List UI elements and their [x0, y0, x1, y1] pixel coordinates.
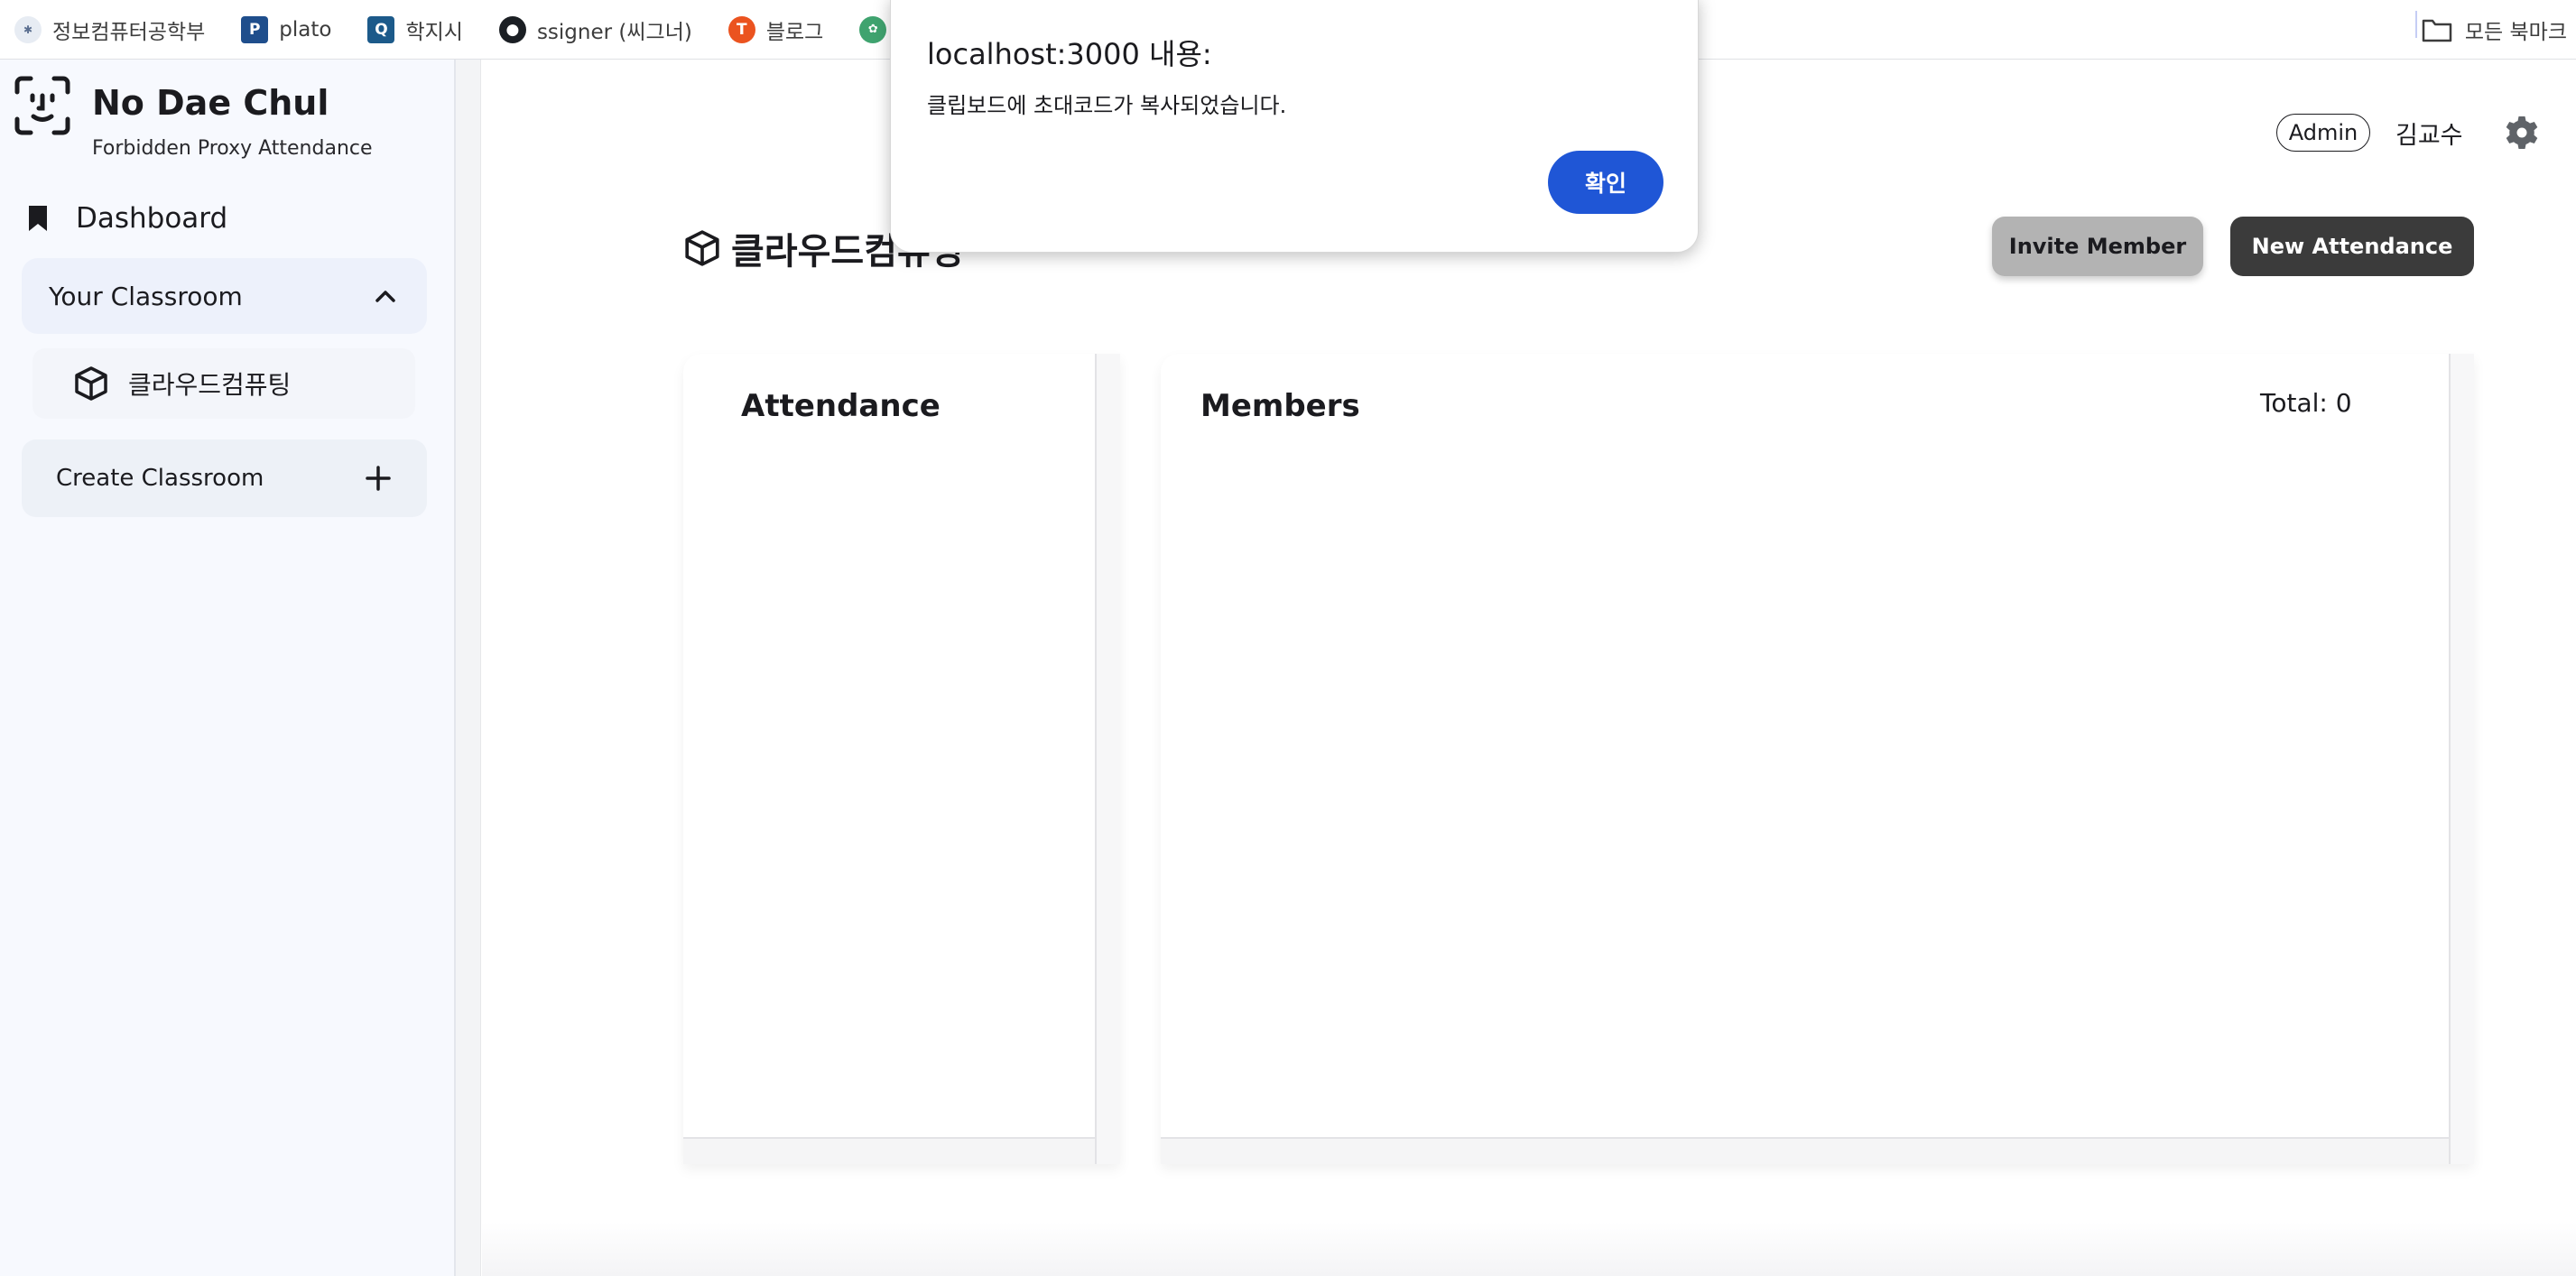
classroom-section-label: Your Classroom: [49, 281, 243, 311]
chevron-up-icon: [375, 291, 395, 302]
new-attendance-button[interactable]: New Attendance: [2230, 217, 2474, 276]
cube-icon: [75, 366, 107, 401]
hakjisi-logo-icon: Q: [367, 15, 395, 43]
sidebar-item-label: Dashboard: [76, 202, 228, 235]
bookmark-icon: [29, 206, 47, 231]
all-bookmarks[interactable]: 모든 북마크: [2422, 0, 2567, 60]
bookmark-label: 블로그: [765, 20, 824, 44]
bookmark-label: ssigner (씨그너): [536, 20, 692, 44]
members-total: Total: 0: [2260, 388, 2352, 418]
dialog-ok-button[interactable]: 확인: [1548, 151, 1663, 214]
bookmarks-divider: [2415, 11, 2417, 38]
folder-icon: [2422, 19, 2452, 42]
leaf-badge-icon: ✿: [859, 15, 887, 43]
brand: No Dae Chul Forbidden Proxy Attendance: [14, 76, 373, 160]
dialog-title: localhost:3000 내용:: [927, 37, 1212, 71]
invite-member-button[interactable]: Invite Member: [1992, 217, 2203, 276]
classroom-label: 클라우드컴퓨팅: [128, 370, 292, 400]
bookmark-item[interactable]: ✱ 정보컴퓨터공학부: [14, 14, 205, 45]
bookmark-label: 학지시: [405, 20, 463, 44]
attendance-title: Attendance: [741, 388, 941, 424]
bookmark-item[interactable]: ● ssigner (씨그너): [498, 14, 692, 45]
dialog-message: 클립보드에 초대코드가 복사되었습니다.: [927, 93, 1287, 118]
create-classroom-button[interactable]: Create Classroom: [22, 439, 427, 517]
role-badge: Admin: [2276, 114, 2370, 152]
bookmark-label: 정보컴퓨터공학부: [52, 20, 206, 44]
github-icon: ●: [498, 15, 526, 43]
sidebar-item-classroom[interactable]: 클라우드컴퓨팅: [32, 348, 415, 419]
create-classroom-label: Create Classroom: [56, 465, 264, 492]
gear-icon[interactable]: [2504, 114, 2540, 152]
bookmark-item[interactable]: Q 학지시: [367, 14, 463, 45]
face-scan-icon: [14, 76, 70, 135]
alert-dialog: localhost:3000 내용: 클립보드에 초대코드가 복사되었습니다. …: [890, 0, 1699, 253]
brand-title: No Dae Chul: [92, 83, 329, 123]
bookmark-label: plato: [279, 17, 332, 42]
sidebar-divider: [456, 60, 481, 1276]
bookmark-item[interactable]: P plato: [241, 15, 332, 43]
tistory-icon: T: [727, 15, 755, 43]
attendance-card: Attendance: [683, 354, 1120, 1164]
brand-subtitle: Forbidden Proxy Attendance: [92, 137, 373, 160]
sidebar: No Dae Chul Forbidden Proxy Attendance D…: [0, 60, 456, 1276]
cube-icon: [685, 230, 719, 266]
sidebar-item-dashboard[interactable]: Dashboard: [27, 202, 227, 235]
classroom-section-toggle[interactable]: Your Classroom: [22, 258, 427, 334]
members-card: Members Total: 0: [1161, 354, 2474, 1164]
plus-icon: [366, 466, 391, 491]
plato-logo-icon: P: [241, 15, 269, 43]
members-title: Members: [1200, 388, 1360, 424]
user-name: 김교수: [2395, 122, 2463, 150]
bookmark-item[interactable]: T 블로그: [727, 14, 824, 45]
university-seal-icon: ✱: [14, 15, 42, 43]
all-bookmarks-label: 모든 북마크: [2464, 21, 2567, 44]
